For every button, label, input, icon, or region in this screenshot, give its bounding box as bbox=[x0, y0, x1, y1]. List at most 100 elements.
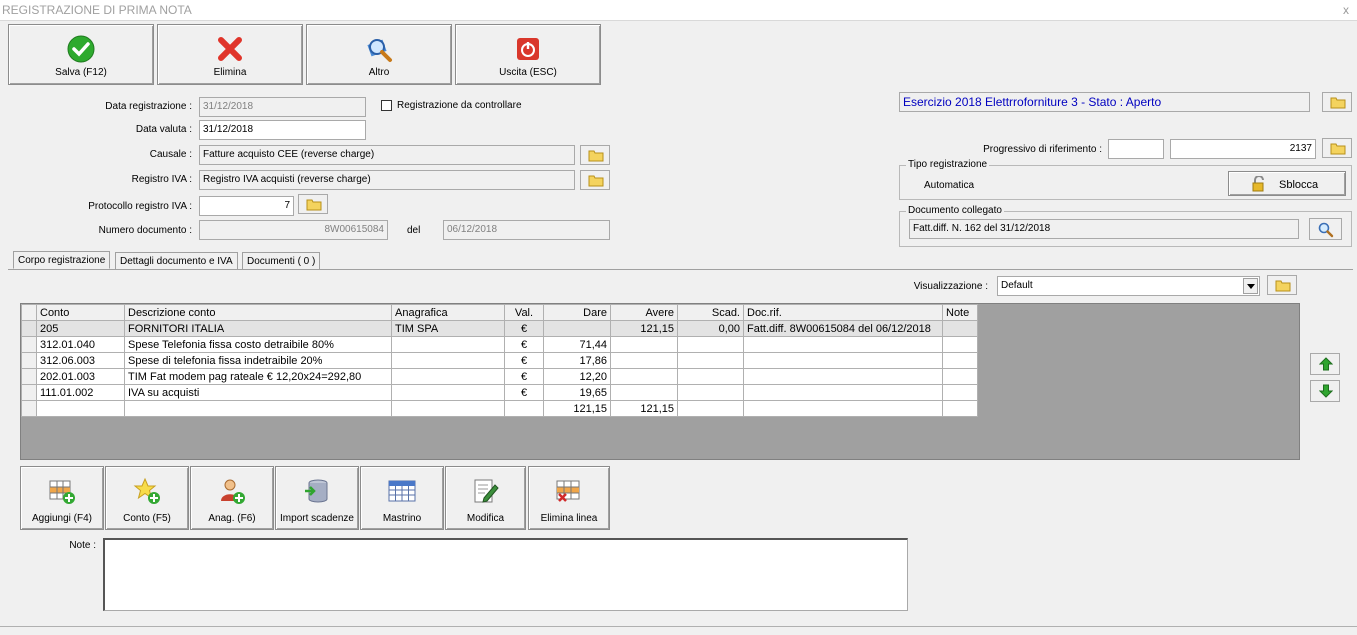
cell-descrizione[interactable]: TIM Fat modem pag rateale € 12,20x24=292… bbox=[124, 368, 392, 385]
table-row[interactable]: 205 FORNITORI ITALIA TIM SPA €121,15 0,00 Fat… bbox=[21, 320, 978, 337]
progressivo-field-1[interactable] bbox=[1108, 139, 1164, 159]
cell-docrif[interactable]: Fatt.diff. 8W00615084 del 06/12/2018 bbox=[743, 320, 943, 337]
table-row[interactable]: 111.01.002 IVA su acquisti €19,65 bbox=[21, 384, 978, 401]
cell-note[interactable] bbox=[942, 352, 978, 369]
cell-conto[interactable]: 312.01.040 bbox=[36, 336, 125, 353]
cell-val[interactable]: € bbox=[504, 384, 544, 401]
other-button[interactable]: Altro bbox=[306, 24, 452, 85]
row-selector[interactable] bbox=[21, 320, 37, 337]
cell-anagrafica[interactable] bbox=[391, 384, 505, 401]
registro-iva-folder-button[interactable] bbox=[580, 170, 610, 190]
registrazione-controllare-checkbox[interactable] bbox=[381, 100, 392, 111]
cell-descrizione[interactable]: FORNITORI ITALIA bbox=[124, 320, 392, 337]
del-date-field[interactable]: 06/12/2018 bbox=[443, 220, 610, 240]
table-row[interactable]: 312.01.040 Spese Telefonia fissa costo de… bbox=[21, 336, 978, 353]
cell-dare[interactable]: 17,86 bbox=[543, 352, 611, 369]
cell-dare[interactable]: 19,65 bbox=[543, 384, 611, 401]
cell-descrizione[interactable]: Spese Telefonia fissa costo detraibile 8… bbox=[124, 336, 392, 353]
cell-anagrafica[interactable] bbox=[391, 336, 505, 353]
cell-descrizione[interactable]: IVA su acquisti bbox=[124, 384, 392, 401]
import-scadenze-button[interactable]: Import scadenze bbox=[275, 466, 359, 530]
chevron-down-icon[interactable] bbox=[1243, 278, 1258, 294]
data-registrazione-field[interactable]: 31/12/2018 bbox=[199, 97, 366, 117]
cell-conto[interactable]: 312.06.003 bbox=[36, 352, 125, 369]
protocollo-field[interactable]: 7 bbox=[199, 196, 294, 216]
delete-button[interactable]: Elimina bbox=[157, 24, 303, 85]
cell-anagrafica[interactable] bbox=[391, 368, 505, 385]
numero-documento-field[interactable]: 8W00615084 bbox=[199, 220, 388, 240]
cell-dare[interactable]: 12,20 bbox=[543, 368, 611, 385]
note-textarea[interactable] bbox=[103, 538, 908, 611]
move-up-button[interactable] bbox=[1310, 353, 1340, 375]
cell-conto[interactable]: 202.01.003 bbox=[36, 368, 125, 385]
cell-conto[interactable]: 205 bbox=[36, 320, 125, 337]
cell-note[interactable] bbox=[942, 336, 978, 353]
data-valuta-field[interactable]: 31/12/2018 bbox=[199, 120, 366, 140]
cell-note[interactable] bbox=[942, 320, 978, 337]
mastrino-button[interactable]: Mastrino bbox=[360, 466, 444, 530]
move-down-button[interactable] bbox=[1310, 380, 1340, 402]
save-button[interactable]: Salva (F12) bbox=[8, 24, 154, 85]
cell-avere[interactable] bbox=[610, 352, 678, 369]
conto-button[interactable]: Conto (F5) bbox=[105, 466, 189, 530]
cell-docrif[interactable] bbox=[743, 352, 943, 369]
cell-descrizione[interactable]: Spese di telefonia fissa indetraibile 20… bbox=[124, 352, 392, 369]
cell-avere[interactable]: 121,15 bbox=[610, 320, 678, 337]
cell-scad[interactable] bbox=[677, 368, 744, 385]
exit-button[interactable]: Uscita (ESC) bbox=[455, 24, 601, 85]
visualizzazione-folder-button[interactable] bbox=[1267, 275, 1297, 295]
cell-note[interactable] bbox=[942, 368, 978, 385]
cell-avere[interactable] bbox=[610, 336, 678, 353]
cell-val[interactable]: € bbox=[504, 336, 544, 353]
cell-anagrafica[interactable]: TIM SPA bbox=[391, 320, 505, 337]
cell-note[interactable] bbox=[942, 384, 978, 401]
elimina-linea-button[interactable]: Elimina linea bbox=[528, 466, 610, 530]
cell-scad[interactable] bbox=[677, 384, 744, 401]
cell-scad[interactable] bbox=[677, 352, 744, 369]
anag-button[interactable]: Anag. (F6) bbox=[190, 466, 274, 530]
close-icon[interactable]: x bbox=[1343, 0, 1349, 20]
righe-grid[interactable]: Conto Descrizione conto Anagrafica Val. … bbox=[20, 303, 1300, 460]
cell-avere[interactable] bbox=[610, 384, 678, 401]
causale-field[interactable]: Fatture acquisto CEE (reverse charge) bbox=[199, 145, 575, 165]
progressivo-field-2[interactable]: 2137 bbox=[1170, 139, 1316, 159]
cell-scad[interactable]: 0,00 bbox=[677, 320, 744, 337]
cell-val[interactable]: € bbox=[504, 352, 544, 369]
col-header-note[interactable]: Note bbox=[942, 304, 978, 321]
progressivo-folder-button[interactable] bbox=[1322, 138, 1352, 158]
visualizzazione-select[interactable]: Default bbox=[997, 276, 1260, 296]
modifica-button[interactable]: Modifica bbox=[445, 466, 526, 530]
cell-dare[interactable]: 71,44 bbox=[543, 336, 611, 353]
cell-scad[interactable] bbox=[677, 336, 744, 353]
aggiungi-button[interactable]: Aggiungi (F4) bbox=[20, 466, 104, 530]
col-header-dare[interactable]: Dare bbox=[543, 304, 611, 321]
sblocca-button[interactable]: Sblocca bbox=[1228, 171, 1346, 196]
col-header-anagrafica[interactable]: Anagrafica bbox=[391, 304, 505, 321]
cell-avere[interactable] bbox=[610, 368, 678, 385]
col-header-conto[interactable]: Conto bbox=[36, 304, 125, 321]
cell-val[interactable]: € bbox=[504, 320, 544, 337]
tab-dettagli-documento[interactable]: Dettagli documento e IVA bbox=[115, 252, 238, 270]
tab-documenti[interactable]: Documenti ( 0 ) bbox=[242, 252, 321, 270]
col-header-descrizione[interactable]: Descrizione conto bbox=[124, 304, 392, 321]
row-selector[interactable] bbox=[21, 352, 37, 369]
esercizio-folder-button[interactable] bbox=[1322, 92, 1352, 112]
cell-docrif[interactable] bbox=[743, 336, 943, 353]
table-row[interactable]: 202.01.003 TIM Fat modem pag rateale € 12… bbox=[21, 368, 978, 385]
cell-conto[interactable]: 111.01.002 bbox=[36, 384, 125, 401]
cell-docrif[interactable] bbox=[743, 368, 943, 385]
cell-dare[interactable] bbox=[543, 320, 611, 337]
tab-corpo-registrazione[interactable]: Corpo registrazione bbox=[13, 251, 111, 269]
documento-collegato-search-button[interactable] bbox=[1309, 218, 1342, 240]
causale-folder-button[interactable] bbox=[580, 145, 610, 165]
col-header-scad[interactable]: Scad. bbox=[677, 304, 744, 321]
col-header-docrif[interactable]: Doc.rif. bbox=[743, 304, 943, 321]
row-selector[interactable] bbox=[21, 384, 37, 401]
row-selector[interactable] bbox=[21, 368, 37, 385]
cell-anagrafica[interactable] bbox=[391, 352, 505, 369]
col-header-val[interactable]: Val. bbox=[504, 304, 544, 321]
protocollo-folder-button[interactable] bbox=[298, 194, 328, 214]
cell-docrif[interactable] bbox=[743, 384, 943, 401]
col-header-avere[interactable]: Avere bbox=[610, 304, 678, 321]
row-selector[interactable] bbox=[21, 336, 37, 353]
